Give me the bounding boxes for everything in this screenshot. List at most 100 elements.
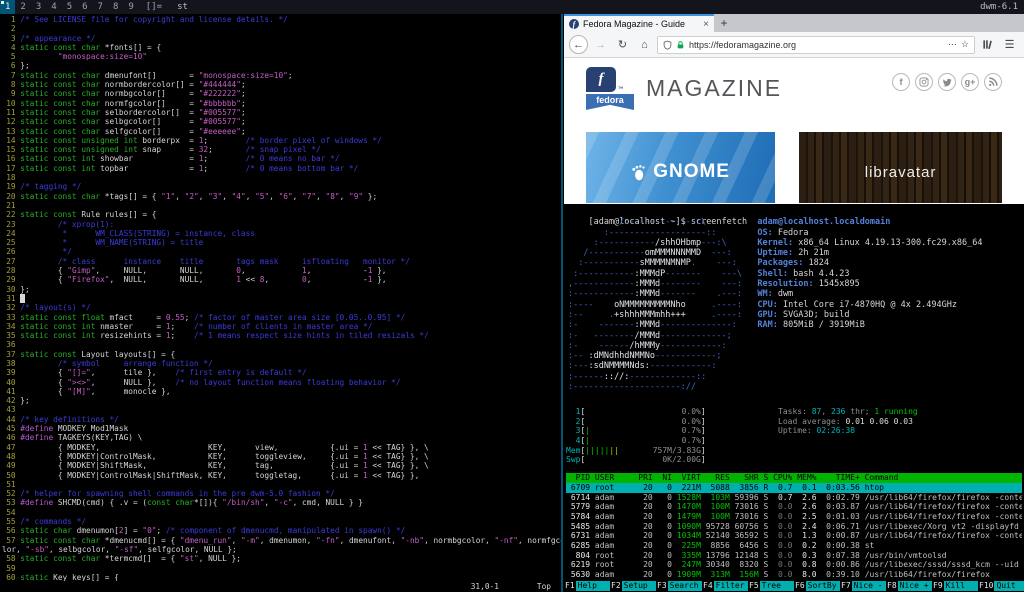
tag-2[interactable]: 2: [15, 0, 30, 14]
line-number: 47: [2, 443, 16, 452]
code-segment: "monospace:size=10": [199, 71, 288, 80]
fkey-sortby[interactable]: F6SortBy: [794, 581, 840, 591]
htop-window[interactable]: 1[ 0.0%]Tasks: 87, 236 thr; 1 running 2[…: [564, 405, 1024, 592]
forward-button[interactable]: →: [591, 35, 610, 54]
screenfetch-terminal-window[interactable]: [adam@localhost ~]$ screenfetch /:------…: [564, 206, 1024, 403]
tag-9[interactable]: 9: [123, 0, 138, 14]
code-segment: borderpx =: [138, 136, 199, 145]
process-row[interactable]: 6709 root 20 0 221M 5088 3856 R 0.7 0.1 …: [566, 483, 1022, 493]
tab-bar: f Fedora Magazine - Guide × +: [564, 14, 1024, 32]
home-button[interactable]: ⌂: [635, 35, 654, 54]
shield-icon[interactable]: [663, 40, 672, 50]
layout-symbol[interactable]: []=: [139, 0, 169, 14]
code-line: 19/* tagging */: [2, 182, 561, 191]
htop-header-row: 4[| 0.7%]: [566, 436, 1022, 446]
ascii-segment: :- --------: [568, 331, 635, 341]
libravatar-banner[interactable]: libravatar: [799, 132, 1002, 203]
code-line: 44/* key definitions */: [2, 415, 561, 424]
editor-buffer[interactable]: 1/* See LICENSE file for copyright and l…: [2, 15, 561, 581]
instagram-icon[interactable]: [915, 73, 933, 91]
code-line: 26 */: [2, 247, 561, 256]
ascii-segment: .----:: [686, 300, 742, 310]
vim-window[interactable]: 1/* See LICENSE file for copyright and l…: [0, 14, 563, 592]
pri-cell: 20: [638, 493, 657, 502]
fkey-kill[interactable]: F9Kill: [932, 581, 978, 591]
code-segment: selbordercolor[] =: [100, 108, 199, 117]
code-line: 27 /* class instance title tags mask isf…: [2, 257, 561, 266]
process-row[interactable]: 5784 adam 20 0 1479M 100M 73016 S 0.0 2.…: [566, 512, 1022, 522]
htop-table-header[interactable]: PID USER PRI NI VIRT RES SHR S CPU% MEM%…: [566, 473, 1022, 483]
cpu-cell: 0.0: [773, 560, 797, 569]
code-line: 12static const char selbgcolor[] = "#005…: [2, 117, 561, 126]
url-bar[interactable]: https://fedoramagazine.org ⋯ ☆: [657, 36, 975, 54]
mem-cell: 0.3: [797, 551, 821, 560]
fkey-number: F10: [978, 581, 994, 591]
code-segment: ;: [203, 136, 245, 145]
fkey-help[interactable]: F1Help: [564, 581, 610, 591]
shr-cell: 36592: [735, 531, 764, 540]
process-row[interactable]: 804 root 20 0 335M 13796 12148 S 0.0 0.3…: [566, 551, 1022, 561]
fkey-setup[interactable]: F2Setup: [610, 581, 656, 591]
tag-3[interactable]: 3: [31, 0, 46, 14]
res-cell: 313M: [706, 570, 735, 579]
tag-6[interactable]: 6: [77, 0, 92, 14]
mem-cell: 2.5: [797, 512, 821, 521]
process-row[interactable]: 5630 adam 20 0 1909M 313M 156M S 0.0 8.0…: [566, 570, 1022, 580]
process-row[interactable]: 6714 adam 20 0 1528M 103M 59396 S 0.7 2.…: [566, 493, 1022, 503]
navigation-toolbar: ← → ↻ ⌂ https://fedoramagazine.org ⋯ ☆ ☰: [564, 32, 1024, 58]
user-cell: adam: [595, 493, 638, 502]
code-segment: static const char: [20, 536, 100, 545]
process-row[interactable]: 5779 adam 20 0 1470M 100M 73016 S 0.0 2.…: [566, 502, 1022, 512]
tag-7[interactable]: 7: [93, 0, 108, 14]
back-button[interactable]: ←: [569, 35, 588, 54]
shr-cell: 73016: [735, 512, 764, 521]
process-row[interactable]: 6219 root 20 0 247M 30340 8320 S 0.0 0.8…: [566, 560, 1022, 570]
tag-5[interactable]: 5: [62, 0, 77, 14]
code-segment: static const char: [20, 117, 100, 126]
firefox-window[interactable]: f Fedora Magazine - Guide × + ← → ↻ ⌂ ht…: [564, 14, 1024, 204]
googleplus-icon[interactable]: g+: [961, 73, 979, 91]
sysinfo-segment: bash 4.4.23: [788, 269, 849, 279]
code-segment: SHCMD(cmd) { .v = (: [53, 498, 147, 507]
fkey-filter[interactable]: F4Filter: [702, 581, 748, 591]
code-line: 31: [2, 294, 561, 303]
twitter-icon[interactable]: [938, 73, 956, 91]
code-segment: , NULL, NULL,: [110, 275, 237, 284]
library-icon[interactable]: [978, 35, 997, 54]
close-tab-icon[interactable]: ×: [703, 19, 709, 30]
reload-button[interactable]: ↻: [613, 35, 632, 54]
process-row[interactable]: 6731 adam 20 0 1034M 52140 36592 S 0.0 1…: [566, 531, 1022, 541]
browser-tab[interactable]: f Fedora Magazine - Guide ×: [564, 14, 714, 32]
process-row[interactable]: 6285 adam 20 0 225M 8856 6456 S 0.0 0.2 …: [566, 541, 1022, 551]
fedora-magazine-logo[interactable]: f ™ fedora: [586, 67, 636, 110]
code-line: 56static char dmenumon[2] = "0"; /* comp…: [2, 526, 561, 535]
code-line: 16static const int showbar = 1; /* 0 mea…: [2, 154, 561, 163]
fedora-ascii-art: :---- oNMMMMMMMMMNho .----:: [568, 300, 757, 310]
bookmark-star-icon[interactable]: ☆: [961, 39, 969, 50]
url-text[interactable]: https://fedoramagazine.org: [689, 40, 944, 50]
ascii-segment: :-- .: [568, 310, 614, 320]
tag-8[interactable]: 8: [108, 0, 123, 14]
code-segment: #define: [20, 433, 53, 442]
gnome-banner[interactable]: GNOME: [586, 132, 775, 203]
code-segment: snap =: [138, 145, 199, 154]
htop-process-list: 6709 root 20 0 221M 5088 3856 R 0.7 0.1 …: [566, 483, 1022, 580]
menu-icon[interactable]: ☰: [1000, 35, 1019, 54]
meter-segment: Swp: [566, 455, 580, 464]
htop-header-row: 2[ 0.0%]Load average: 0.01 0.06 0.03: [566, 417, 1022, 427]
sysinfo-segment: OS:: [757, 228, 772, 238]
process-row[interactable]: 5485 adam 20 0 1090M 95728 60756 S 0.0 2…: [566, 522, 1022, 532]
rss-icon[interactable]: [984, 73, 1002, 91]
fkey-tree[interactable]: F5Tree: [748, 581, 794, 591]
tag-1[interactable]: 1: [0, 0, 15, 14]
tag-4[interactable]: 4: [46, 0, 61, 14]
page-actions-icon[interactable]: ⋯: [948, 39, 957, 50]
lock-icon[interactable]: [676, 40, 685, 50]
fkey-search[interactable]: F3Search: [656, 581, 702, 591]
facebook-icon[interactable]: f: [892, 73, 910, 91]
dwm-bar: 123456789 []= st dwm-6.1: [0, 0, 1024, 14]
fkey-quit[interactable]: F10Quit: [978, 581, 1024, 591]
fkey-nice[interactable]: F7Nice -: [840, 581, 886, 591]
new-tab-button[interactable]: +: [714, 14, 734, 32]
fkey-nice[interactable]: F8Nice +: [886, 581, 932, 591]
